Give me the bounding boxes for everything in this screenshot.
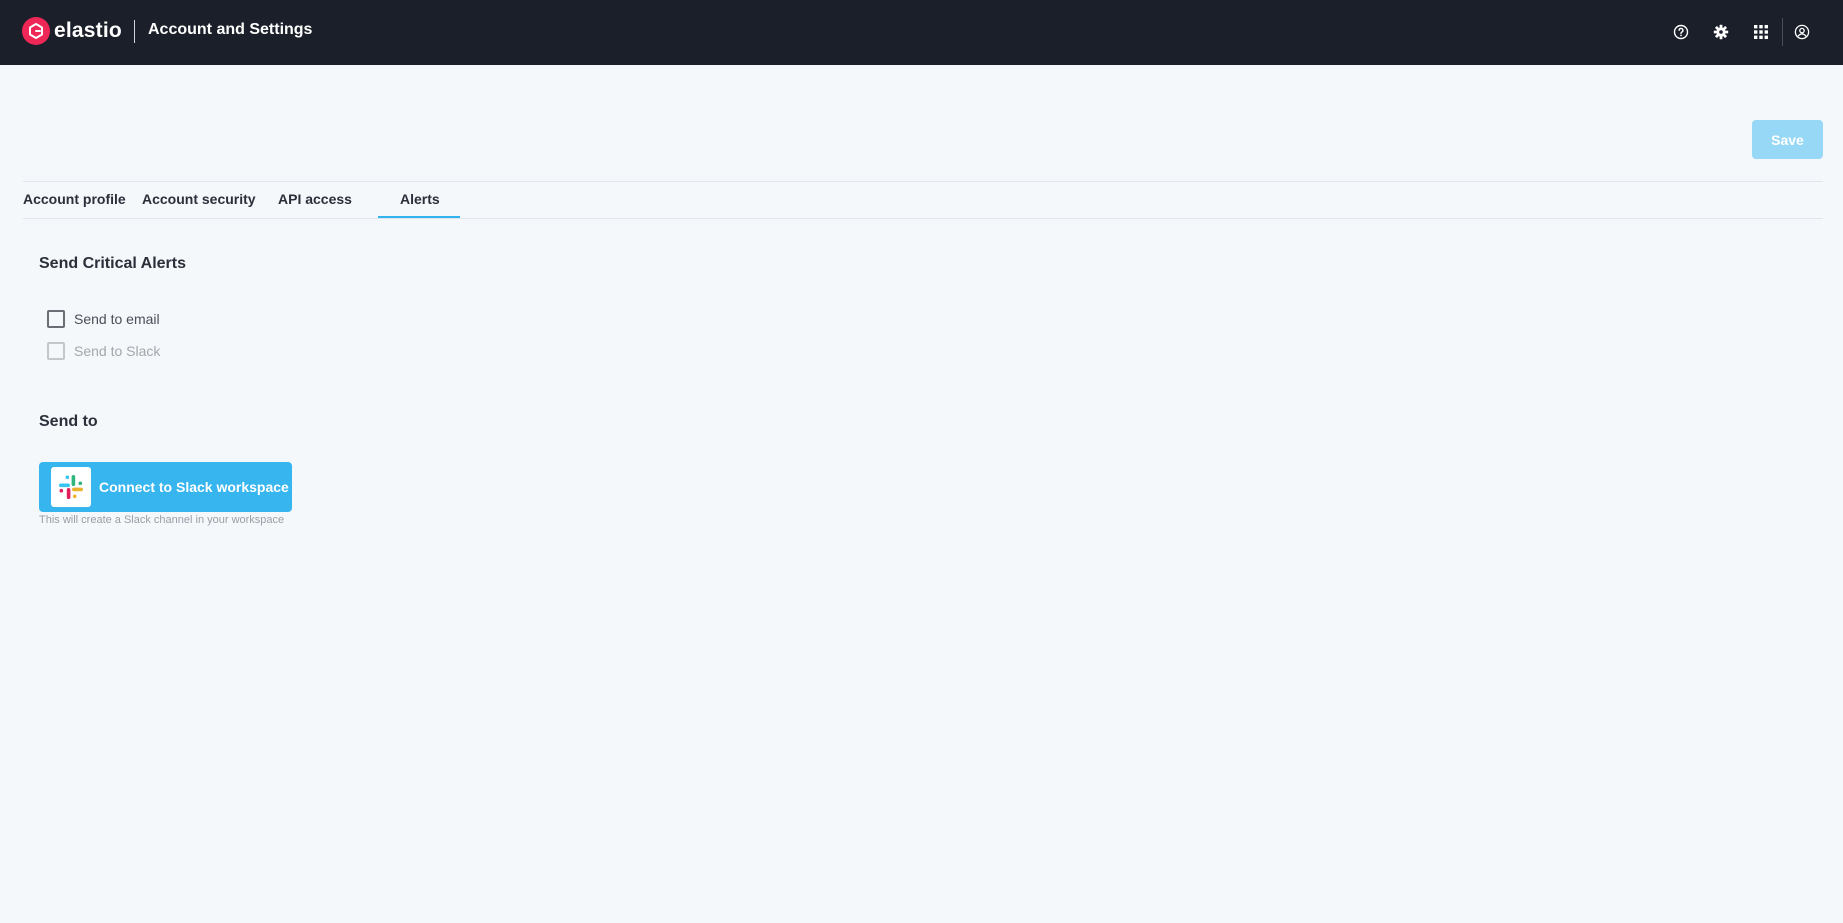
apps-grid-icon[interactable]	[1749, 20, 1773, 44]
page-title: Account and Settings	[148, 21, 313, 38]
send-critical-alerts-heading: Send Critical Alerts	[39, 255, 187, 272]
help-icon[interactable]	[1669, 20, 1693, 44]
checkbox-box[interactable]	[47, 342, 65, 360]
tab-alerts[interactable]: Alerts	[400, 191, 440, 207]
connect-slack-button[interactable]: Connect to Slack workspace	[39, 462, 292, 512]
elastio-logo-icon	[22, 17, 50, 45]
tabs-divider-bottom	[23, 218, 1823, 219]
tab-api-access[interactable]: API access	[278, 191, 352, 207]
tab-account-security[interactable]: Account security	[142, 191, 256, 207]
send-to-email-checkbox[interactable]: Send to email	[47, 310, 160, 328]
checkbox-label: Send to email	[74, 311, 160, 327]
settings-icon[interactable]	[1709, 20, 1733, 44]
header-divider	[1782, 18, 1783, 46]
tabs-divider-top	[23, 181, 1823, 182]
brand-logo[interactable]: elastio	[22, 17, 122, 45]
slack-helper-text: This will create a Slack channel in your…	[39, 514, 285, 526]
slack-logo-icon	[51, 467, 91, 507]
save-button[interactable]: Save	[1752, 120, 1823, 159]
user-account-icon[interactable]	[1790, 20, 1814, 44]
top-navigation-bar: elastio Account and Settings	[0, 0, 1843, 65]
send-to-slack-checkbox[interactable]: Send to Slack	[47, 342, 160, 360]
checkbox-box[interactable]	[47, 310, 65, 328]
send-to-heading: Send to	[39, 413, 98, 430]
checkbox-label: Send to Slack	[74, 343, 161, 359]
connect-slack-label: Connect to Slack workspace	[99, 479, 289, 495]
tab-account-profile[interactable]: Account profile	[23, 191, 126, 207]
title-divider	[134, 20, 135, 43]
brand-name: elastio	[54, 19, 122, 42]
